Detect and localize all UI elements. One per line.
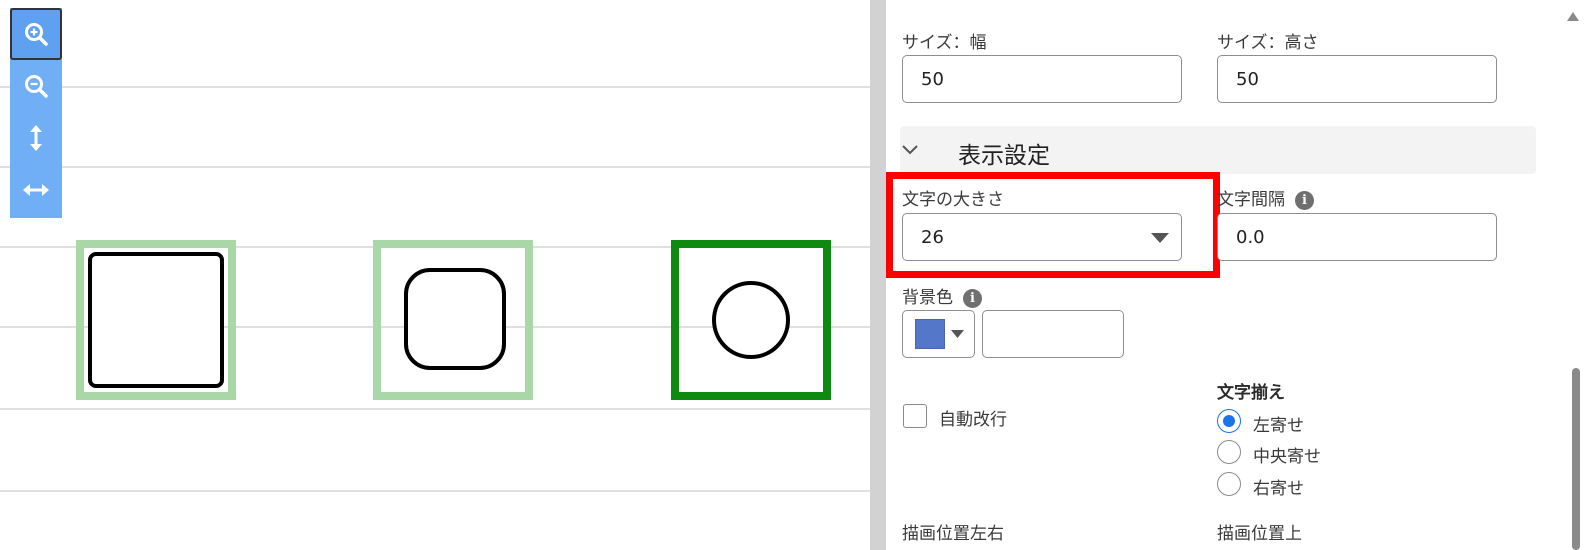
chevron-down-icon [902,145,918,155]
circle-shape-graphic [712,281,790,359]
draw-position-x-label: 描画位置左右 [902,524,1004,544]
font-size-label: 文字の大きさ [902,190,1004,210]
rectangle-shape-graphic [88,252,224,388]
align-left-label: 左寄せ [1253,416,1304,436]
diagram-canvas[interactable] [0,0,870,550]
properties-panel: サイズ：幅 50 サイズ：高さ 50 表示設定 文字の大きさ 26 文字間隔 i … [886,0,1554,550]
zoom-in-button[interactable] [10,8,62,60]
font-size-value: 26 [921,226,944,248]
rounded-rectangle-shape[interactable] [373,240,533,400]
grid-line [0,490,870,492]
background-color-input[interactable] [982,310,1124,358]
auto-wrap-label: 自動改行 [939,410,1007,430]
info-icon[interactable]: i [963,288,982,308]
align-center-label: 中央寄せ [1253,447,1321,467]
color-picker-button[interactable] [902,310,975,358]
size-width-label: サイズ：幅 [902,33,987,53]
letter-spacing-label-text: 文字間隔 [1217,190,1285,210]
rectangle-shape[interactable] [76,240,236,400]
fit-width-button[interactable] [10,164,62,216]
fit-width-icon [23,184,49,196]
panel-scrollbar[interactable] [1554,0,1590,550]
draw-position-y-label: 描画位置上 [1217,524,1302,544]
rounded-rectangle-shape-graphic [404,268,506,370]
grid-line [0,86,870,88]
align-right-label: 右寄せ [1253,479,1304,499]
color-swatch [915,319,945,349]
align-left-radio[interactable] [1217,409,1241,433]
align-center-radio[interactable] [1217,440,1241,464]
scroll-up-arrow-icon[interactable] [1567,12,1579,21]
info-icon[interactable]: i [1295,190,1314,210]
fit-height-icon [30,125,42,151]
text-align-label: 文字揃え [1217,383,1285,403]
font-size-select[interactable]: 26 [902,213,1182,261]
panel-splitter[interactable] [870,0,886,550]
background-color-label-text: 背景色 [902,288,953,308]
canvas-toolbar [10,8,62,218]
zoom-out-icon [25,75,48,98]
circle-shape[interactable] [671,240,831,400]
size-width-input[interactable]: 50 [902,55,1182,103]
scrollbar-thumb[interactable] [1572,368,1580,550]
letter-spacing-label: 文字間隔 i [1217,185,1314,210]
caret-down-icon [1151,233,1169,243]
zoom-in-icon [25,23,48,46]
size-height-label: サイズ：高さ [1217,33,1319,53]
display-settings-title: 表示設定 [958,143,1050,169]
auto-wrap-checkbox[interactable] [903,404,927,428]
background-color-label: 背景色 i [902,283,982,308]
fit-height-button[interactable] [10,112,62,164]
grid-line [0,408,870,410]
letter-spacing-input[interactable]: 0.0 [1217,213,1497,261]
caret-down-icon [951,330,964,338]
size-height-input[interactable]: 50 [1217,55,1497,103]
grid-line [0,166,870,168]
align-right-radio[interactable] [1217,472,1241,496]
zoom-out-button[interactable] [10,60,62,112]
